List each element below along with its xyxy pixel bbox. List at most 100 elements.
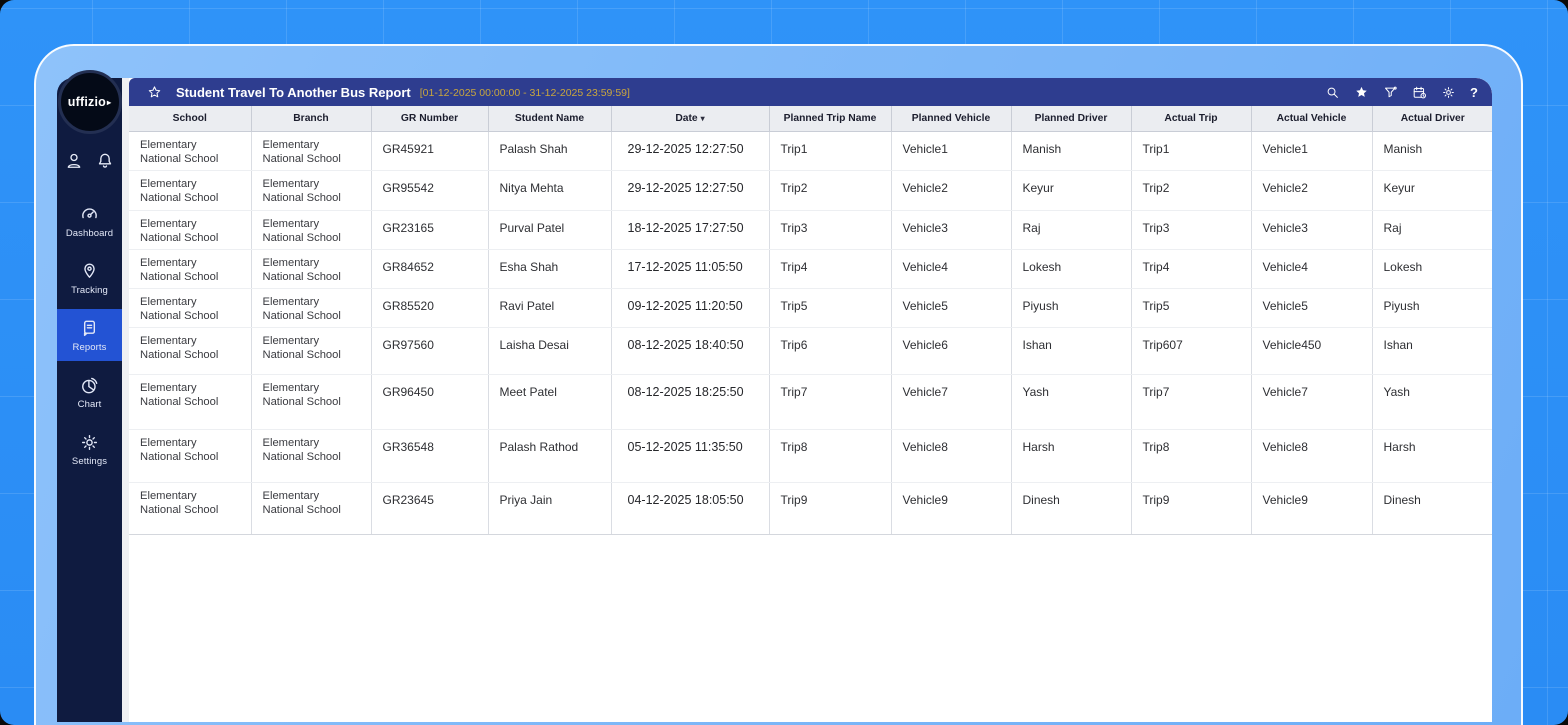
sidebar-item-chart[interactable]: Chart: [57, 366, 122, 418]
user-icon[interactable]: [64, 151, 84, 171]
column-header-actual-driver[interactable]: Actual Driver: [1372, 106, 1492, 132]
table-row[interactable]: Elementary National School Elementary Nat…: [129, 131, 1492, 171]
cell-actual-driver: Harsh: [1372, 429, 1492, 483]
cell-planned-trip-name: Trip6: [769, 327, 892, 375]
sidebar-item-reports[interactable]: Reports: [57, 309, 122, 361]
column-header-date[interactable]: Date ▾: [611, 106, 770, 132]
cell-branch: Elementary National School: [251, 131, 372, 171]
cell-planned-vehicle: Vehicle3: [891, 210, 1012, 250]
table-row[interactable]: Elementary National School Elementary Nat…: [129, 327, 1492, 375]
app-frame: uffizio ▸ Dashboard Tracking Reports Chart Se…: [57, 70, 1492, 722]
cell-gr-number: GR45921: [371, 131, 489, 171]
cell-actual-vehicle: Vehicle5: [1251, 288, 1373, 328]
cell-branch: Elementary National School: [251, 288, 372, 328]
cell-date: 09-12-2025 11:20:50: [611, 288, 770, 328]
table-row[interactable]: Elementary National School Elementary Nat…: [129, 429, 1492, 483]
cell-planned-driver: Raj: [1011, 210, 1132, 250]
column-header-branch[interactable]: Branch: [251, 106, 372, 132]
cell-date: 29-12-2025 12:27:50: [611, 170, 770, 211]
favorites-icon[interactable]: [1354, 85, 1369, 100]
cell-school: Elementary National School: [129, 288, 252, 328]
cell-actual-vehicle: Vehicle4: [1251, 249, 1373, 289]
column-header-school[interactable]: School: [129, 106, 252, 132]
cell-student-name: Purval Patel: [488, 210, 612, 250]
cell-date: 04-12-2025 18:05:50: [611, 482, 770, 535]
report-date-range: [01-12-2025 00:00:00 - 31-12-2025 23:59:…: [419, 86, 630, 99]
sidebar-item-label: Reports: [72, 342, 107, 353]
cell-school: Elementary National School: [129, 482, 252, 535]
cell-student-name: Laisha Desai: [488, 327, 612, 375]
column-header-planned-trip-name[interactable]: Planned Trip Name: [769, 106, 892, 132]
column-header-actual-vehicle[interactable]: Actual Vehicle: [1251, 106, 1373, 132]
cell-actual-trip: Trip5: [1131, 288, 1252, 328]
cell-planned-vehicle: Vehicle9: [891, 482, 1012, 535]
schedule-report-icon[interactable]: [1412, 85, 1427, 100]
cell-gr-number: GR84652: [371, 249, 489, 289]
column-header-gr-number[interactable]: GR Number: [371, 106, 489, 132]
cell-planned-vehicle: Vehicle2: [891, 170, 1012, 211]
filter-icon[interactable]: [1383, 85, 1398, 100]
sidebar-nav: Dashboard Tracking Reports Chart Settings: [57, 195, 122, 480]
cell-school: Elementary National School: [129, 210, 252, 250]
sidebar-top-icons: [64, 151, 115, 171]
cell-planned-vehicle: Vehicle6: [891, 327, 1012, 375]
cell-actual-trip: Trip607: [1131, 327, 1252, 375]
cell-branch: Elementary National School: [251, 374, 372, 430]
cell-student-name: Meet Patel: [488, 374, 612, 430]
cell-actual-trip: Trip7: [1131, 374, 1252, 430]
cell-actual-vehicle: Vehicle3: [1251, 210, 1373, 250]
cell-actual-vehicle: Vehicle1: [1251, 131, 1373, 171]
sidebar-item-tracking[interactable]: Tracking: [57, 252, 122, 304]
column-header-student-name[interactable]: Student Name: [488, 106, 612, 132]
sidebar-item-dashboard[interactable]: Dashboard: [57, 195, 122, 247]
main-panel: Student Travel To Another Bus Report [01…: [122, 78, 1492, 722]
cell-planned-trip-name: Trip1: [769, 131, 892, 171]
cell-planned-vehicle: Vehicle8: [891, 429, 1012, 483]
table-row[interactable]: Elementary National School Elementary Nat…: [129, 210, 1492, 250]
cell-planned-trip-name: Trip5: [769, 288, 892, 328]
cell-gr-number: GR97560: [371, 327, 489, 375]
topbar-actions: ?: [1325, 85, 1478, 100]
cell-school: Elementary National School: [129, 374, 252, 430]
cell-planned-driver: Yash: [1011, 374, 1132, 430]
cell-actual-driver: Lokesh: [1372, 249, 1492, 289]
cell-planned-vehicle: Vehicle5: [891, 288, 1012, 328]
sort-desc-icon: ▾: [700, 113, 705, 123]
star-outline-icon[interactable]: [147, 85, 162, 100]
table-row[interactable]: Elementary National School Elementary Nat…: [129, 249, 1492, 289]
cell-branch: Elementary National School: [251, 210, 372, 250]
column-header-planned-vehicle[interactable]: Planned Vehicle: [891, 106, 1012, 132]
column-header-planned-driver[interactable]: Planned Driver: [1011, 106, 1132, 132]
sidebar-item-label: Tracking: [71, 285, 108, 296]
table-row[interactable]: Elementary National School Elementary Nat…: [129, 374, 1492, 430]
cell-planned-vehicle: Vehicle4: [891, 249, 1012, 289]
cell-planned-trip-name: Trip2: [769, 170, 892, 211]
table-row[interactable]: Elementary National School Elementary Nat…: [129, 288, 1492, 328]
cell-gr-number: GR96450: [371, 374, 489, 430]
cell-planned-driver: Piyush: [1011, 288, 1132, 328]
report-table: School Branch GR Number Student Name Date ▾ Pl…: [129, 106, 1492, 535]
cell-gr-number: GR85520: [371, 288, 489, 328]
cell-actual-vehicle: Vehicle7: [1251, 374, 1373, 430]
cell-date: 17-12-2025 11:05:50: [611, 249, 770, 289]
column-header-actual-trip[interactable]: Actual Trip: [1131, 106, 1252, 132]
table-body: Elementary National School Elementary Nat…: [129, 131, 1492, 535]
cell-actual-vehicle: Vehicle8: [1251, 429, 1373, 483]
chart-icon: [79, 375, 100, 396]
settings-icon[interactable]: [1441, 85, 1456, 100]
cell-planned-vehicle: Vehicle1: [891, 131, 1012, 171]
sidebar-item-settings[interactable]: Settings: [57, 423, 122, 475]
notifications-icon[interactable]: [95, 151, 115, 171]
cell-student-name: Ravi Patel: [488, 288, 612, 328]
cell-date: 08-12-2025 18:40:50: [611, 327, 770, 375]
cell-actual-trip: Trip2: [1131, 170, 1252, 211]
logo-arrow-icon: ▸: [106, 97, 112, 107]
search-icon[interactable]: [1325, 85, 1340, 100]
help-icon[interactable]: ?: [1470, 86, 1478, 99]
cell-planned-driver: Lokesh: [1011, 249, 1132, 289]
cell-date: 18-12-2025 17:27:50: [611, 210, 770, 250]
cell-actual-trip: Trip9: [1131, 482, 1252, 535]
table-row[interactable]: Elementary National School Elementary Nat…: [129, 482, 1492, 535]
cell-student-name: Esha Shah: [488, 249, 612, 289]
table-row[interactable]: Elementary National School Elementary Nat…: [129, 170, 1492, 211]
